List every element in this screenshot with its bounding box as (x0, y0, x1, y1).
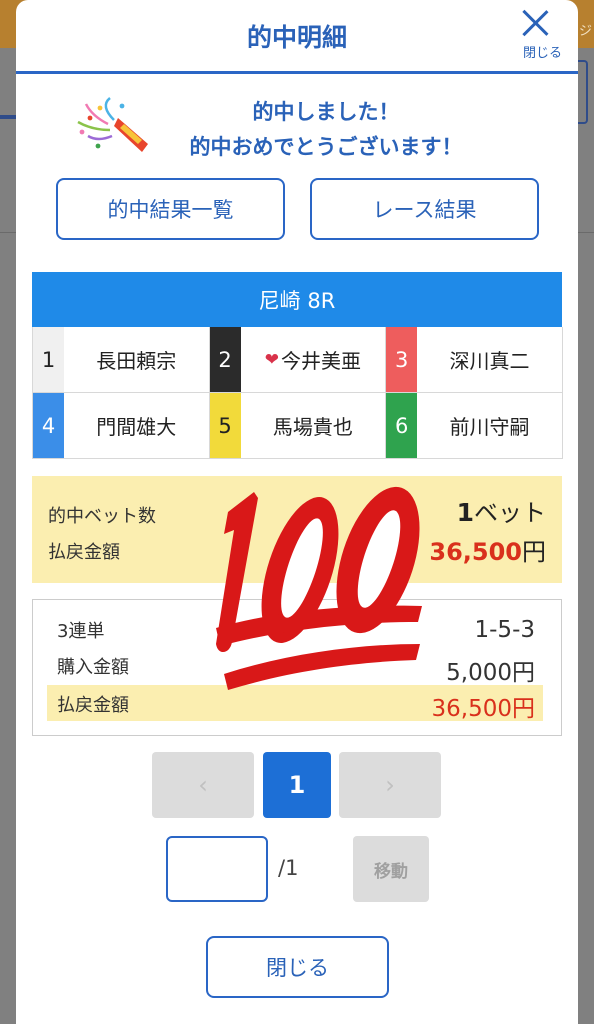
win-results-list-button[interactable]: 的中結果一覧 (56, 178, 285, 240)
payout-amount: 36,500 (429, 538, 522, 566)
bet-type: 3連単 (57, 621, 105, 642)
winning-bets-value: 1ベット (457, 493, 546, 528)
race-title-bar: 尼崎 8R (32, 272, 562, 327)
winning-bets-unit: ベット (474, 499, 546, 527)
win-message-line1: 的中しました！ (252, 100, 400, 124)
purchase-label: 購入金額 (57, 657, 129, 678)
racer-number: 2 (209, 327, 241, 392)
racer-number: 5 (209, 393, 241, 458)
racer-number: 6 (386, 393, 418, 458)
racer-name-wrapper: ❤ 今井美亜 (241, 327, 386, 392)
racer-name: 門間雄大 (96, 415, 177, 439)
racer-grid: 1 長田頼宗 2 ❤ 今井美亜 3 深川真二 4 門間雄大 5 馬場貴也 6 前川… (32, 327, 563, 459)
detail-payout-value: 36,500円 (431, 696, 535, 722)
close-button[interactable]: 閉じる (206, 936, 389, 998)
detail-payout-label: 払戻金額 (57, 695, 129, 716)
racer-cell-1: 1 長田頼宗 (33, 327, 210, 393)
racer-cell-5: 5 馬場貴也 (209, 393, 387, 459)
next-page-button[interactable]: › (339, 752, 441, 818)
modal-title: 的中明細 (246, 23, 347, 52)
racer-number: 1 (33, 327, 64, 392)
racer-name: 今井美亜 (281, 349, 362, 373)
racer-number: 4 (33, 393, 64, 458)
close-icon[interactable] (520, 8, 550, 38)
racer-name: 前川守嗣 (449, 415, 530, 439)
page-total: /1 (278, 856, 299, 880)
page-number-input[interactable] (166, 836, 268, 902)
racer-cell-2: 2 ❤ 今井美亜 (209, 327, 387, 393)
purchase-value: 5,000円 (446, 660, 535, 686)
bet-combination: 1-5-3 (474, 617, 536, 643)
party-popper-icon (77, 97, 148, 152)
page-1-button[interactable]: 1 (263, 752, 331, 818)
heart-icon: ❤ (264, 349, 280, 370)
racer-cell-3: 3 深川真二 (386, 327, 563, 393)
move-button[interactable]: 移動 (353, 836, 429, 902)
hundred-points-icon (216, 486, 422, 690)
win-detail-modal: 的中明細 閉じる 的中しました！ 的中おめでとうございます！ 的中結果一覧 レー… (16, 0, 578, 1024)
close-label[interactable]: 閉じる (523, 42, 562, 61)
racer-cell-6: 6 前川守嗣 (386, 393, 563, 459)
win-message-line2: 的中おめでとうございます！ (189, 135, 463, 159)
modal-header: 的中明細 閉じる (16, 0, 578, 74)
payout-value: 36,500円 (429, 532, 546, 567)
racer-name: 長田頼宗 (96, 349, 177, 373)
racer-name: 深川真二 (449, 349, 530, 373)
winning-bets-label: 的中ベット数 (48, 506, 156, 527)
racer-cell-4: 4 門間雄大 (33, 393, 210, 459)
winning-bets-count: 1 (456, 498, 474, 527)
payout-label: 払戻金額 (48, 542, 120, 563)
race-results-button[interactable]: レース結果 (310, 178, 539, 240)
background-header-text: ジ (578, 24, 592, 39)
racer-number: 3 (386, 327, 418, 392)
payout-unit: 円 (522, 538, 546, 566)
prev-page-button[interactable]: ‹ (152, 752, 254, 818)
racer-name: 馬場貴也 (272, 415, 353, 439)
